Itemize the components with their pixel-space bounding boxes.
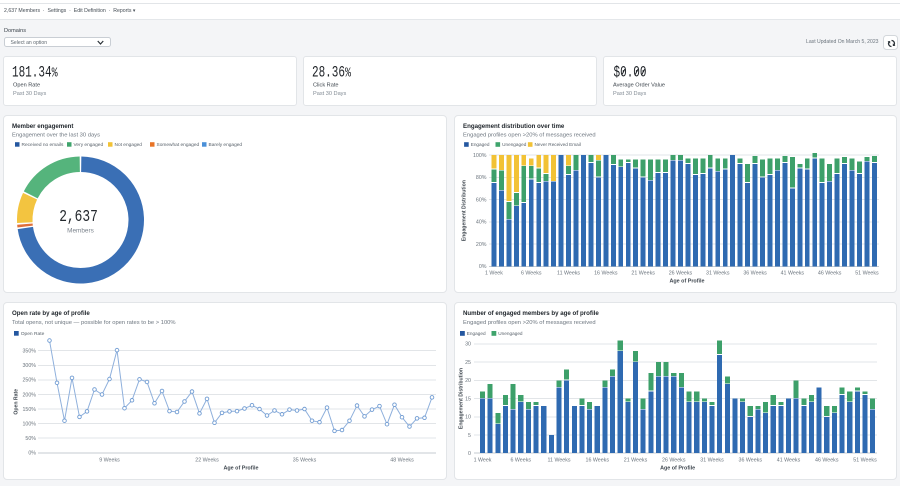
svg-text:48 Weeks: 48 Weeks	[390, 457, 414, 463]
svg-text:5: 5	[468, 432, 471, 438]
svg-text:11 Weeks: 11 Weeks	[557, 271, 580, 277]
svg-text:41 Weeks: 41 Weeks	[776, 457, 800, 463]
svg-text:Received no emails: Received no emails	[21, 142, 63, 148]
svg-text:Past 30 Days: Past 30 Days	[313, 91, 346, 97]
svg-text:36 Weeks: 36 Weeks	[743, 271, 767, 277]
svg-text:Open Rate: Open Rate	[13, 82, 40, 88]
svg-text:46 Weeks: 46 Weeks	[817, 271, 841, 277]
svg-text:26 Weeks: 26 Weeks	[662, 457, 686, 463]
svg-text:Number of engaged members by a: Number of engaged members by age of prof…	[463, 310, 599, 317]
svg-text:31 Weeks: 31 Weeks	[700, 457, 724, 463]
svg-text:Never Received Email: Never Received Email	[534, 142, 580, 147]
svg-text:181.34%: 181.34%	[12, 65, 58, 82]
svg-text:80%: 80%	[475, 175, 486, 181]
svg-text:Engagement distribution over t: Engagement distribution over time	[463, 123, 565, 130]
svg-text:Members: Members	[67, 228, 94, 235]
svg-text:21 Weeks: 21 Weeks	[631, 271, 655, 277]
svg-text:Somewhat engaged: Somewhat engaged	[156, 142, 199, 148]
svg-text:9 Weeks: 9 Weeks	[99, 457, 120, 463]
svg-text:41 Weeks: 41 Weeks	[780, 271, 804, 277]
svg-text:300%: 300%	[22, 363, 36, 369]
svg-text:25: 25	[465, 359, 471, 365]
svg-text:Total opens, not unique — poss: Total opens, not unique — possible for o…	[12, 319, 176, 325]
svg-text:30: 30	[465, 341, 471, 347]
svg-text:2,637: 2,637	[59, 208, 98, 227]
svg-text:35 Weeks: 35 Weeks	[292, 457, 316, 463]
svg-text:350%: 350%	[22, 348, 36, 354]
svg-text:250%: 250%	[22, 377, 36, 383]
svg-text:26 Weeks: 26 Weeks	[668, 271, 692, 277]
svg-text:11 Weeks: 11 Weeks	[547, 457, 570, 463]
svg-text:0%: 0%	[28, 450, 36, 456]
svg-text:6 Weeks: 6 Weeks	[510, 457, 531, 463]
svg-text:20: 20	[465, 378, 471, 384]
svg-text:Click Rate: Click Rate	[313, 82, 339, 88]
svg-text:Very engaged: Very engaged	[73, 142, 103, 148]
svg-text:Age of Profile: Age of Profile	[660, 465, 695, 471]
svg-text:Engaged: Engaged	[470, 142, 489, 147]
svg-text:100%: 100%	[22, 421, 36, 427]
svg-text:Unengaged: Unengaged	[502, 142, 527, 147]
svg-text:Age of Profile: Age of Profile	[669, 279, 704, 285]
svg-text:Engaged profiles open >20% of: Engaged profiles open >20% of messages r…	[463, 132, 596, 138]
svg-text:21 Weeks: 21 Weeks	[623, 457, 647, 463]
svg-text:20%: 20%	[475, 242, 486, 248]
svg-text:10: 10	[465, 414, 471, 420]
svg-text:Engagement over the last 30 da: Engagement over the last 30 days	[12, 132, 100, 138]
svg-text:Past 30 Days: Past 30 Days	[13, 91, 46, 97]
svg-text:0%: 0%	[478, 264, 486, 270]
svg-text:Open Rate: Open Rate	[13, 388, 19, 414]
svg-text:1 Week: 1 Week	[485, 271, 503, 277]
svg-text:Average Order Value: Average Order Value	[613, 82, 665, 88]
svg-text:15: 15	[465, 396, 471, 402]
svg-text:Engaged profiles open >20% of: Engaged profiles open >20% of messages r…	[463, 319, 596, 325]
svg-text:22 Weeks: 22 Weeks	[195, 457, 219, 463]
svg-text:40%: 40%	[475, 220, 486, 226]
svg-text:60%: 60%	[475, 197, 486, 203]
svg-text:51 Weeks: 51 Weeks	[855, 271, 879, 277]
svg-text:16 Weeks: 16 Weeks	[594, 271, 618, 277]
svg-text:Engagement Distribution: Engagement Distribution	[458, 367, 464, 428]
svg-text:Past 30 Days: Past 30 Days	[613, 91, 646, 97]
svg-text:46 Weeks: 46 Weeks	[815, 457, 839, 463]
svg-text:Unengaged: Unengaged	[498, 331, 523, 336]
svg-text:1 Week: 1 Week	[473, 457, 491, 463]
svg-text:0: 0	[468, 451, 471, 457]
svg-text:100%: 100%	[472, 153, 486, 159]
svg-text:6 Weeks: 6 Weeks	[520, 271, 541, 277]
svg-text:28.36%: 28.36%	[312, 65, 352, 82]
svg-text:Open Rate: Open Rate	[20, 331, 44, 337]
svg-text:50%: 50%	[25, 436, 36, 442]
svg-text:36 Weeks: 36 Weeks	[738, 457, 762, 463]
svg-text:Barely engaged: Barely engaged	[208, 142, 242, 148]
svg-text:16 Weeks: 16 Weeks	[585, 457, 609, 463]
svg-text:Not engaged: Not engaged	[114, 142, 142, 148]
svg-text:Engaged: Engaged	[466, 331, 485, 336]
svg-text:150%: 150%	[22, 406, 36, 412]
svg-text:31 Weeks: 31 Weeks	[706, 271, 730, 277]
svg-text:200%: 200%	[22, 392, 36, 398]
svg-text:Age of Profile: Age of Profile	[223, 465, 258, 471]
svg-text:51 Weeks: 51 Weeks	[853, 457, 877, 463]
svg-text:Engagement Distribution: Engagement Distribution	[461, 180, 467, 241]
svg-text:Member engagement: Member engagement	[12, 123, 73, 130]
svg-text:Open rate by age of profile: Open rate by age of profile	[12, 310, 90, 317]
svg-text:$0.00: $0.00	[613, 65, 646, 82]
